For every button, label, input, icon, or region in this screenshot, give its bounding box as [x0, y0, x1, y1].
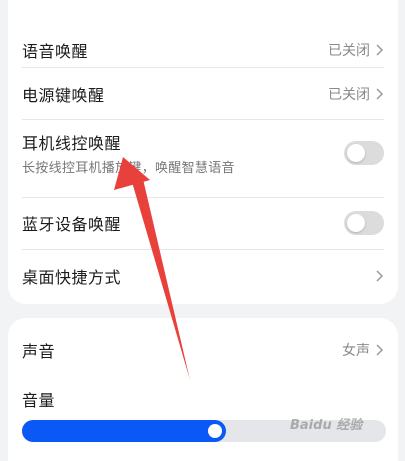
voice-settings-card: 声音 女声 音量: [8, 318, 398, 461]
chevron-right-icon: [376, 270, 384, 282]
headset-wake-row: 耳机线控唤醒 长按线控耳机播放键，唤醒智慧语音: [8, 120, 398, 186]
volume-slider-fill: [22, 420, 226, 442]
voice-wake-value: 已关闭: [328, 43, 370, 59]
headset-wake-toggle[interactable]: [344, 141, 384, 165]
toggle-knob: [347, 214, 365, 232]
volume-row: 音量: [8, 380, 398, 418]
voice-row[interactable]: 声音 女声: [8, 324, 398, 376]
desktop-shortcut-label: 桌面快捷方式: [22, 268, 122, 287]
wake-settings-card: 语音唤醒 已关闭 电源键唤醒 已关闭 耳机线控唤醒 长按线控耳机播放键，唤醒智慧…: [8, 0, 398, 304]
power-key-wake-row[interactable]: 电源键唤醒 已关闭: [8, 68, 398, 120]
bluetooth-wake-toggle[interactable]: [344, 211, 384, 235]
headset-wake-label: 耳机线控唤醒: [22, 134, 122, 153]
bluetooth-wake-row: 蓝牙设备唤醒: [8, 198, 398, 248]
voice-wake-label: 语音唤醒: [22, 42, 89, 61]
desktop-shortcut-row[interactable]: 桌面快捷方式: [8, 250, 398, 302]
chevron-right-icon: [376, 88, 384, 100]
power-key-wake-label: 电源键唤醒: [22, 86, 105, 105]
voice-value: 女声: [342, 343, 370, 359]
chevron-right-icon: [376, 44, 384, 56]
chevron-right-icon: [376, 344, 384, 356]
headset-wake-description: 长按线控耳机播放键，唤醒智慧语音: [22, 161, 235, 176]
watermark: Baidu 经验: [290, 418, 363, 433]
volume-slider-thumb[interactable]: [207, 424, 222, 438]
bluetooth-wake-label: 蓝牙设备唤醒: [22, 215, 122, 234]
toggle-knob: [347, 144, 365, 162]
power-key-wake-value: 已关闭: [328, 87, 370, 103]
volume-label: 音量: [22, 391, 56, 410]
voice-label: 声音: [22, 342, 56, 361]
